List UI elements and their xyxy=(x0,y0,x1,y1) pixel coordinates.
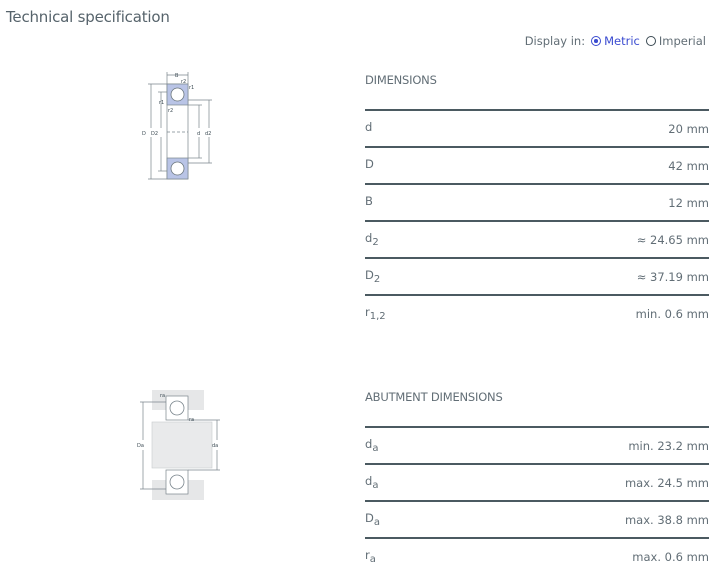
table-row: D 42 mm xyxy=(365,148,709,185)
row-value: 20 mm xyxy=(668,121,709,136)
row-value: max. 38.8 mm xyxy=(624,512,709,527)
row-symbol: ra xyxy=(365,548,376,565)
row-symbol: r1,2 xyxy=(365,305,386,322)
label-ra-inner: ra xyxy=(189,417,194,423)
row-value: ≈ 37.19 mm xyxy=(636,269,709,284)
row-value: ≈ 24.65 mm xyxy=(636,232,709,247)
section-title: ABUTMENT DIMENSIONS xyxy=(365,390,503,404)
table-row: da min. 23.2 mm xyxy=(365,428,709,465)
label-d2: d2 xyxy=(205,131,211,137)
row-symbol: da xyxy=(365,474,379,491)
label-r1-left: r1 xyxy=(159,100,164,106)
row-symbol: B xyxy=(365,194,373,208)
bearing-dimensions-drawing: B r2 r1 r1 r2 D D2 d d2 xyxy=(142,72,212,180)
unit-selector: Display in: Metric Imperial xyxy=(525,34,706,48)
row-symbol: da xyxy=(365,437,379,454)
radio-metric-label[interactable]: Metric xyxy=(604,34,640,48)
label-r2-top: r2 xyxy=(181,79,186,85)
table-row: r1,2 min. 0.6 mm xyxy=(365,296,709,331)
row-value: min. 23.2 mm xyxy=(628,438,709,453)
dimensions-table: d 20 mm D 42 mm B 12 mm d2 ≈ 24.65 mm D2… xyxy=(365,109,709,331)
abutment-section: ABUTMENT DIMENSIONS da min. 23.2 mm da m… xyxy=(365,390,709,574)
row-value: min. 0.6 mm xyxy=(635,306,709,321)
table-row: B 12 mm xyxy=(365,185,709,222)
row-value: max. 0.6 mm xyxy=(632,549,709,564)
radio-imperial[interactable]: Imperial xyxy=(645,34,706,48)
row-value: 12 mm xyxy=(668,195,709,210)
label-r2-inner: r2 xyxy=(168,108,173,114)
display-in-label: Display in: xyxy=(524,34,586,48)
radio-imperial-label[interactable]: Imperial xyxy=(659,34,706,48)
row-symbol: D xyxy=(365,157,374,171)
label-D2: D2 xyxy=(151,131,158,137)
table-row: Da max. 38.8 mm xyxy=(365,502,709,539)
abutment-dimensions-drawing: ra ra Da da xyxy=(137,390,220,500)
radio-metric[interactable]: Metric xyxy=(591,34,640,48)
table-row: ra max. 0.6 mm xyxy=(365,539,709,574)
table-row: D2 ≈ 37.19 mm xyxy=(365,259,709,296)
label-ra-top: ra xyxy=(160,393,165,399)
label-Da: Da xyxy=(137,443,144,449)
table-row: d 20 mm xyxy=(365,111,709,148)
page-title: Technical specification xyxy=(6,8,170,26)
radio-unselected-icon[interactable] xyxy=(645,36,656,46)
row-symbol: d2 xyxy=(365,231,379,248)
table-row: d2 ≈ 24.65 mm xyxy=(365,222,709,259)
table-row: da max. 24.5 mm xyxy=(365,465,709,502)
dimensions-section: DIMENSIONS d 20 mm D 42 mm B 12 mm d2 ≈ … xyxy=(365,73,709,331)
label-d: d xyxy=(197,131,200,137)
radio-selected-icon[interactable] xyxy=(591,36,602,46)
label-B: B xyxy=(175,73,179,79)
row-symbol: Da xyxy=(365,511,380,528)
row-symbol: D2 xyxy=(365,268,381,285)
label-da: da xyxy=(212,443,218,449)
label-r1-top: r1 xyxy=(189,85,194,91)
label-D: D xyxy=(142,131,146,137)
row-value: max. 24.5 mm xyxy=(624,475,709,490)
abutment-table: da min. 23.2 mm da max. 24.5 mm Da max. … xyxy=(365,426,709,574)
section-title: DIMENSIONS xyxy=(365,73,437,87)
row-symbol: d xyxy=(365,120,373,134)
row-value: 42 mm xyxy=(668,158,709,173)
